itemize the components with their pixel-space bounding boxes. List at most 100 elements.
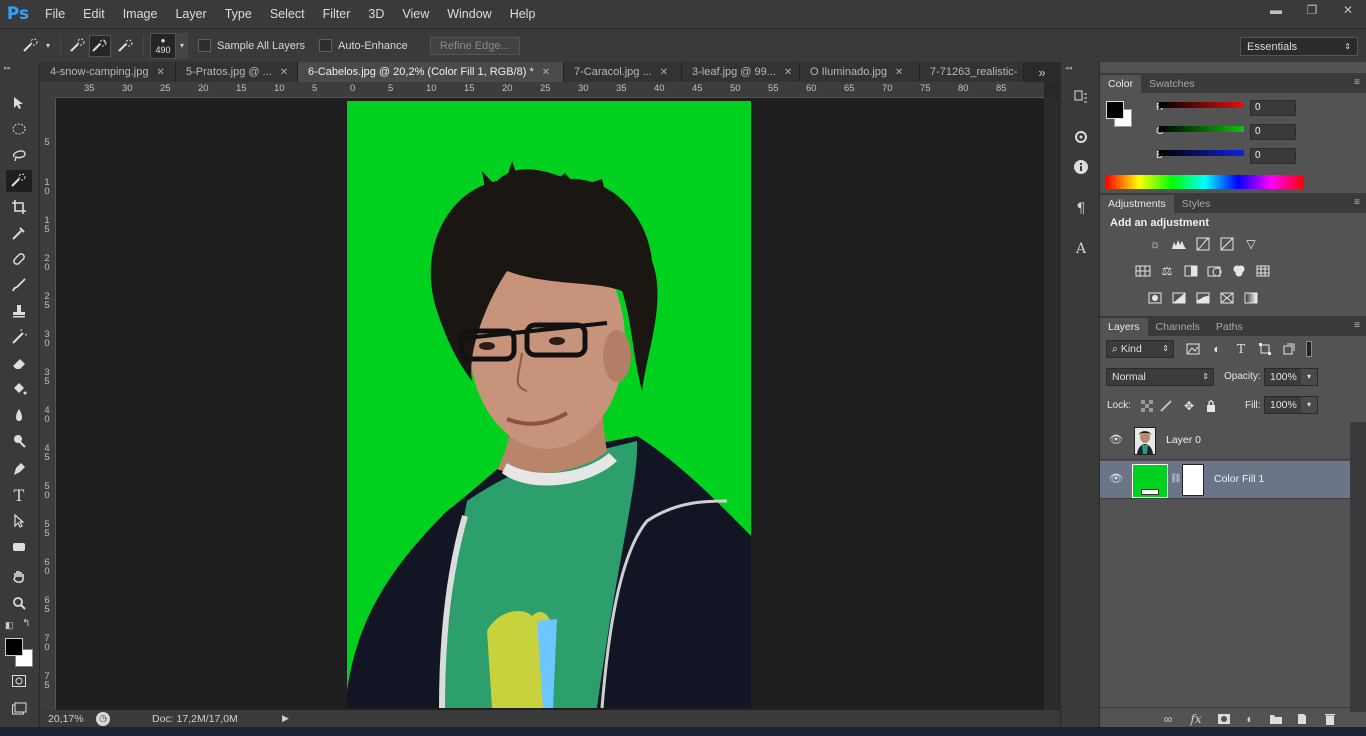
fill-field[interactable]: 100% ▾ xyxy=(1264,396,1318,414)
menu-layer[interactable]: Layer xyxy=(166,0,215,28)
marquee-tool-icon[interactable] xyxy=(6,118,32,140)
lock-image-pixels-icon[interactable] xyxy=(1158,398,1176,414)
close-tab-icon[interactable]: ✕ xyxy=(542,67,550,78)
selective-color-icon[interactable] xyxy=(1218,290,1236,306)
eraser-tool-icon[interactable] xyxy=(6,352,32,374)
tab-o-iluminado[interactable]: O Iluminado.jpg ✕ xyxy=(800,62,920,82)
levels-icon[interactable] xyxy=(1170,236,1188,252)
visibility-eye-icon[interactable]: 👁 xyxy=(1109,433,1123,446)
crop-tool-icon[interactable] xyxy=(6,196,32,218)
blue-value[interactable]: 0 xyxy=(1250,148,1296,164)
auto-enhance-checkbox[interactable]: Auto-Enhance xyxy=(319,39,408,52)
zoom-level[interactable]: 20,17% xyxy=(48,713,92,725)
layer-row-layer-0[interactable]: 👁 Layer 0 xyxy=(1100,422,1350,460)
tab-overflow-button[interactable]: » xyxy=(1024,62,1060,82)
close-tab-icon[interactable]: ✕ xyxy=(156,67,164,78)
color-fill-thumbnail[interactable] xyxy=(1132,464,1168,498)
workspace-switcher[interactable]: Essentials ⇕ xyxy=(1240,37,1358,56)
opacity-field[interactable]: 100% ▾ xyxy=(1264,368,1318,386)
hue-saturation-icon[interactable] xyxy=(1134,263,1152,279)
status-menu-arrow-icon[interactable]: ▶ xyxy=(282,713,289,724)
panel-menu-icon[interactable]: ≡ xyxy=(1354,320,1360,331)
checkbox-box[interactable] xyxy=(319,39,333,52)
vertical-scrollbar[interactable] xyxy=(1044,98,1060,710)
quick-selection-tool-icon[interactable] xyxy=(6,170,32,192)
document-info-icon[interactable]: ◷ xyxy=(96,711,110,726)
tab-paths[interactable]: Paths xyxy=(1208,318,1251,336)
red-value[interactable]: 0 xyxy=(1250,100,1296,116)
tab-channels[interactable]: Channels xyxy=(1148,318,1208,336)
clone-stamp-tool-icon[interactable] xyxy=(6,300,32,322)
subtract-from-selection-icon[interactable] xyxy=(115,35,137,57)
gradient-map-icon[interactable] xyxy=(1242,290,1260,306)
brush-size-picker[interactable]: ● 490 xyxy=(150,32,176,59)
quick-selection-preset-icon[interactable] xyxy=(20,35,42,57)
new-layer-icon[interactable] xyxy=(1294,711,1310,727)
rectangle-tool-icon[interactable] xyxy=(6,536,32,558)
default-colors-icon[interactable]: ◧ xyxy=(5,620,14,631)
properties-panel-icon[interactable] xyxy=(1069,126,1093,148)
layers-scrollbar[interactable] xyxy=(1350,422,1366,712)
dodge-tool-icon[interactable] xyxy=(6,430,32,452)
minimize-button[interactable]: ▬ xyxy=(1258,0,1294,20)
info-panel-icon[interactable] xyxy=(1069,156,1093,178)
sample-all-layers-checkbox[interactable]: Sample All Layers xyxy=(198,39,305,52)
delete-layer-icon[interactable] xyxy=(1322,711,1338,727)
zoom-tool-icon[interactable] xyxy=(6,592,32,614)
layer-effects-icon[interactable]: fx xyxy=(1188,711,1204,727)
type-layer-filter-icon[interactable]: T xyxy=(1232,341,1250,357)
preset-dropdown-icon[interactable]: ▾ xyxy=(42,35,54,57)
lock-transparent-pixels-icon[interactable] xyxy=(1138,398,1156,414)
screen-mode-icon[interactable] xyxy=(6,698,32,720)
quick-mask-icon[interactable] xyxy=(6,670,32,692)
brush-dropdown-icon[interactable]: ▾ xyxy=(176,32,188,59)
collapse-icon[interactable]: ◂◂ xyxy=(1065,64,1072,72)
chevron-down-icon[interactable]: ▾ xyxy=(1301,369,1317,385)
tab-styles[interactable]: Styles xyxy=(1174,195,1219,213)
move-tool-icon[interactable] xyxy=(6,92,32,114)
pixel-layer-filter-icon[interactable] xyxy=(1184,341,1202,357)
panel-menu-icon[interactable]: ≡ xyxy=(1354,197,1360,208)
history-panel-icon[interactable] xyxy=(1069,86,1093,108)
brush-tool-icon[interactable] xyxy=(6,274,32,296)
invert-icon[interactable] xyxy=(1146,290,1164,306)
history-brush-tool-icon[interactable] xyxy=(6,326,32,348)
new-selection-icon[interactable] xyxy=(67,35,89,57)
brightness-contrast-icon[interactable]: ☼ xyxy=(1146,236,1164,252)
checkbox-box[interactable] xyxy=(198,39,211,52)
menu-filter[interactable]: Filter xyxy=(314,0,360,28)
close-tab-icon[interactable]: ✕ xyxy=(280,67,288,78)
adjustment-layer-filter-icon[interactable]: ◐ xyxy=(1208,341,1226,357)
new-adjustment-layer-icon[interactable]: ◐ xyxy=(1242,711,1258,727)
menu-edit[interactable]: Edit xyxy=(74,0,114,28)
black-white-icon[interactable] xyxy=(1182,263,1200,279)
new-group-icon[interactable] xyxy=(1268,711,1284,727)
character-panel-icon[interactable]: A xyxy=(1069,238,1093,260)
tab-layers[interactable]: Layers xyxy=(1100,318,1148,336)
visibility-eye-icon[interactable]: 👁 xyxy=(1109,472,1123,485)
layer-name[interactable]: Layer 0 xyxy=(1166,434,1201,446)
blur-tool-icon[interactable] xyxy=(6,404,32,426)
lasso-tool-icon[interactable] xyxy=(6,144,32,166)
menu-type[interactable]: Type xyxy=(216,0,261,28)
color-lookup-icon[interactable] xyxy=(1254,263,1272,279)
color-spectrum[interactable] xyxy=(1106,175,1304,189)
red-slider-track[interactable] xyxy=(1159,102,1244,108)
vibrance-icon[interactable]: ▽ xyxy=(1242,236,1260,252)
panel-menu-icon[interactable]: ≡ xyxy=(1354,77,1360,88)
tab-color[interactable]: Color xyxy=(1100,75,1142,93)
type-tool-icon[interactable]: T xyxy=(6,484,32,506)
close-tab-icon[interactable]: ✕ xyxy=(660,67,668,78)
chevron-down-icon[interactable]: ▾ xyxy=(1301,397,1317,413)
paragraph-panel-icon[interactable]: ¶ xyxy=(1069,198,1093,220)
menu-window[interactable]: Window xyxy=(438,0,500,28)
canvas-area[interactable] xyxy=(56,98,1044,710)
document-canvas[interactable] xyxy=(347,101,751,708)
layer-name[interactable]: Color Fill 1 xyxy=(1214,473,1264,485)
tab-swatches[interactable]: Swatches xyxy=(1141,75,1203,93)
layer-row-color-fill-1[interactable]: 👁 ⛓ Color Fill 1 xyxy=(1100,461,1350,499)
close-button[interactable]: ✕ xyxy=(1330,0,1366,20)
menu-help[interactable]: Help xyxy=(501,0,545,28)
tab-caracol[interactable]: 7-Caracol.jpg ... ✕ xyxy=(564,62,682,82)
menu-select[interactable]: Select xyxy=(261,0,314,28)
